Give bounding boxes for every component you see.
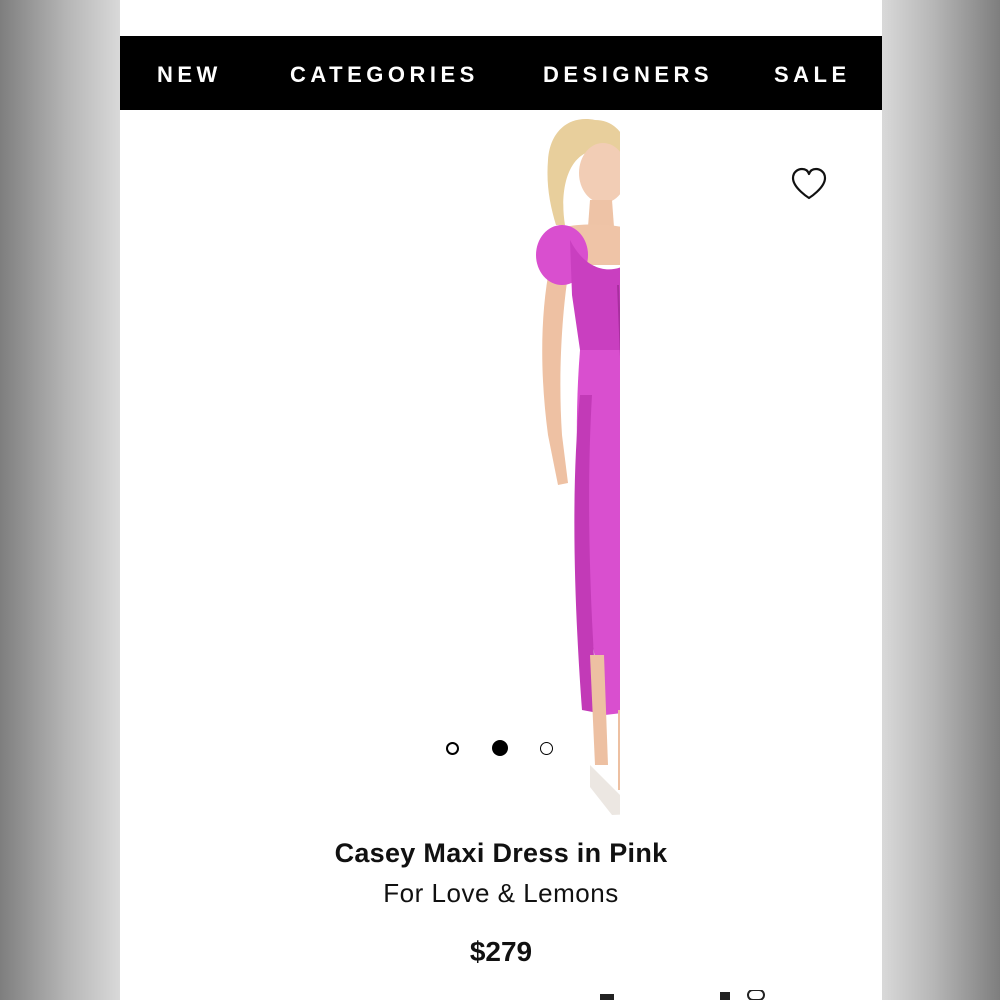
heart-outline-icon[interactable] (790, 166, 828, 202)
gallery-dot-2-active[interactable] (492, 740, 508, 756)
gallery-dot-1[interactable] (446, 742, 459, 755)
cropped-content (600, 990, 765, 1000)
top-bar (120, 0, 882, 36)
nav-item-designers[interactable]: DESIGNERS (543, 36, 713, 110)
gallery-pagination (445, 740, 565, 760)
nav-item-sale[interactable]: SALE (774, 36, 851, 110)
product-title: Casey Maxi Dress in Pink (334, 838, 668, 868)
nav-item-new[interactable]: NEW (157, 36, 222, 110)
nav-item-categories[interactable]: CATEGORIES (290, 36, 479, 110)
gallery-dot-3[interactable] (540, 742, 553, 755)
left-backdrop (0, 0, 120, 1000)
right-backdrop (882, 0, 1000, 1000)
product-price: $279 (469, 936, 533, 967)
product-image[interactable] (390, 115, 620, 825)
product-brand[interactable]: For Love & Lemons (120, 878, 882, 909)
main-navigation: NEW CATEGORIES DESIGNERS SALE (120, 36, 882, 110)
product-page: NEW CATEGORIES DESIGNERS SALE Casey Maxi… (120, 0, 882, 1000)
